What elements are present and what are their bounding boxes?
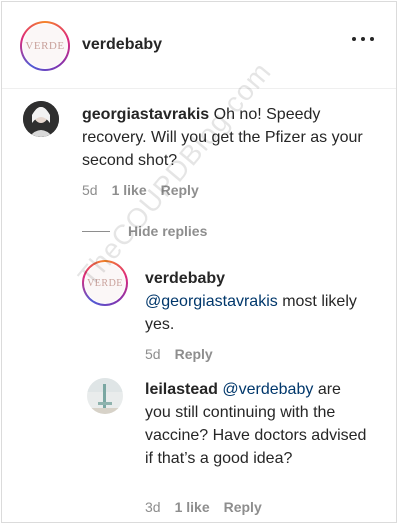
reply-time[interactable]: 3d <box>145 499 161 515</box>
verde-logo-icon: VERDE <box>23 24 67 68</box>
comment-meta: 5d 1 like Reply <box>82 182 199 198</box>
more-options-icon[interactable] <box>352 36 374 42</box>
logo-text: VERDE <box>25 40 65 52</box>
post-header: VERDE verdebaby <box>2 2 396 89</box>
reply-username[interactable]: verdebaby <box>145 270 225 287</box>
reply-likes[interactable]: 1 like <box>175 499 210 515</box>
reply-body: verdebaby @georgiastavrakis most likely … <box>145 267 375 336</box>
comment-likes[interactable]: 1 like <box>112 182 147 198</box>
comment-time[interactable]: 5d <box>82 182 98 198</box>
reply-button[interactable]: Reply <box>224 499 262 515</box>
hide-replies-line <box>82 230 110 232</box>
reply-meta: 3d 1 like Reply <box>145 499 262 515</box>
reply-meta: 5d Reply <box>145 346 213 362</box>
post-author-username[interactable]: verdebaby <box>82 36 162 54</box>
comment-username[interactable]: georgiastavrakis <box>82 106 209 123</box>
reply-body: leilastead @verdebaby are you still cont… <box>145 378 370 470</box>
logo-text: VERDE <box>87 277 123 289</box>
hide-replies-label: Hide replies <box>128 223 208 239</box>
post-author-avatar[interactable]: VERDE <box>20 21 70 71</box>
watermark: TheCOUPDBlog.com <box>72 55 278 292</box>
reply-time[interactable]: 5d <box>145 346 161 362</box>
reply-author-avatar[interactable] <box>87 378 123 414</box>
instagram-comments-panel: VERDE verdebaby georgiastavrakis Oh no! … <box>1 1 397 523</box>
reply-mention[interactable]: @verdebaby <box>222 381 313 398</box>
verde-logo-icon: VERDE <box>85 263 125 303</box>
reply-author-avatar[interactable]: VERDE <box>82 260 128 306</box>
reply-username[interactable]: leilastead <box>145 381 218 398</box>
hide-replies-button[interactable]: Hide replies <box>82 223 207 239</box>
reply-button[interactable]: Reply <box>161 182 199 198</box>
comment-body: georgiastavrakis Oh no! Speedy recovery.… <box>82 103 382 172</box>
reply-mention[interactable]: @georgiastavrakis <box>145 293 278 310</box>
reply-button[interactable]: Reply <box>175 346 213 362</box>
commenter-avatar[interactable] <box>23 101 59 137</box>
